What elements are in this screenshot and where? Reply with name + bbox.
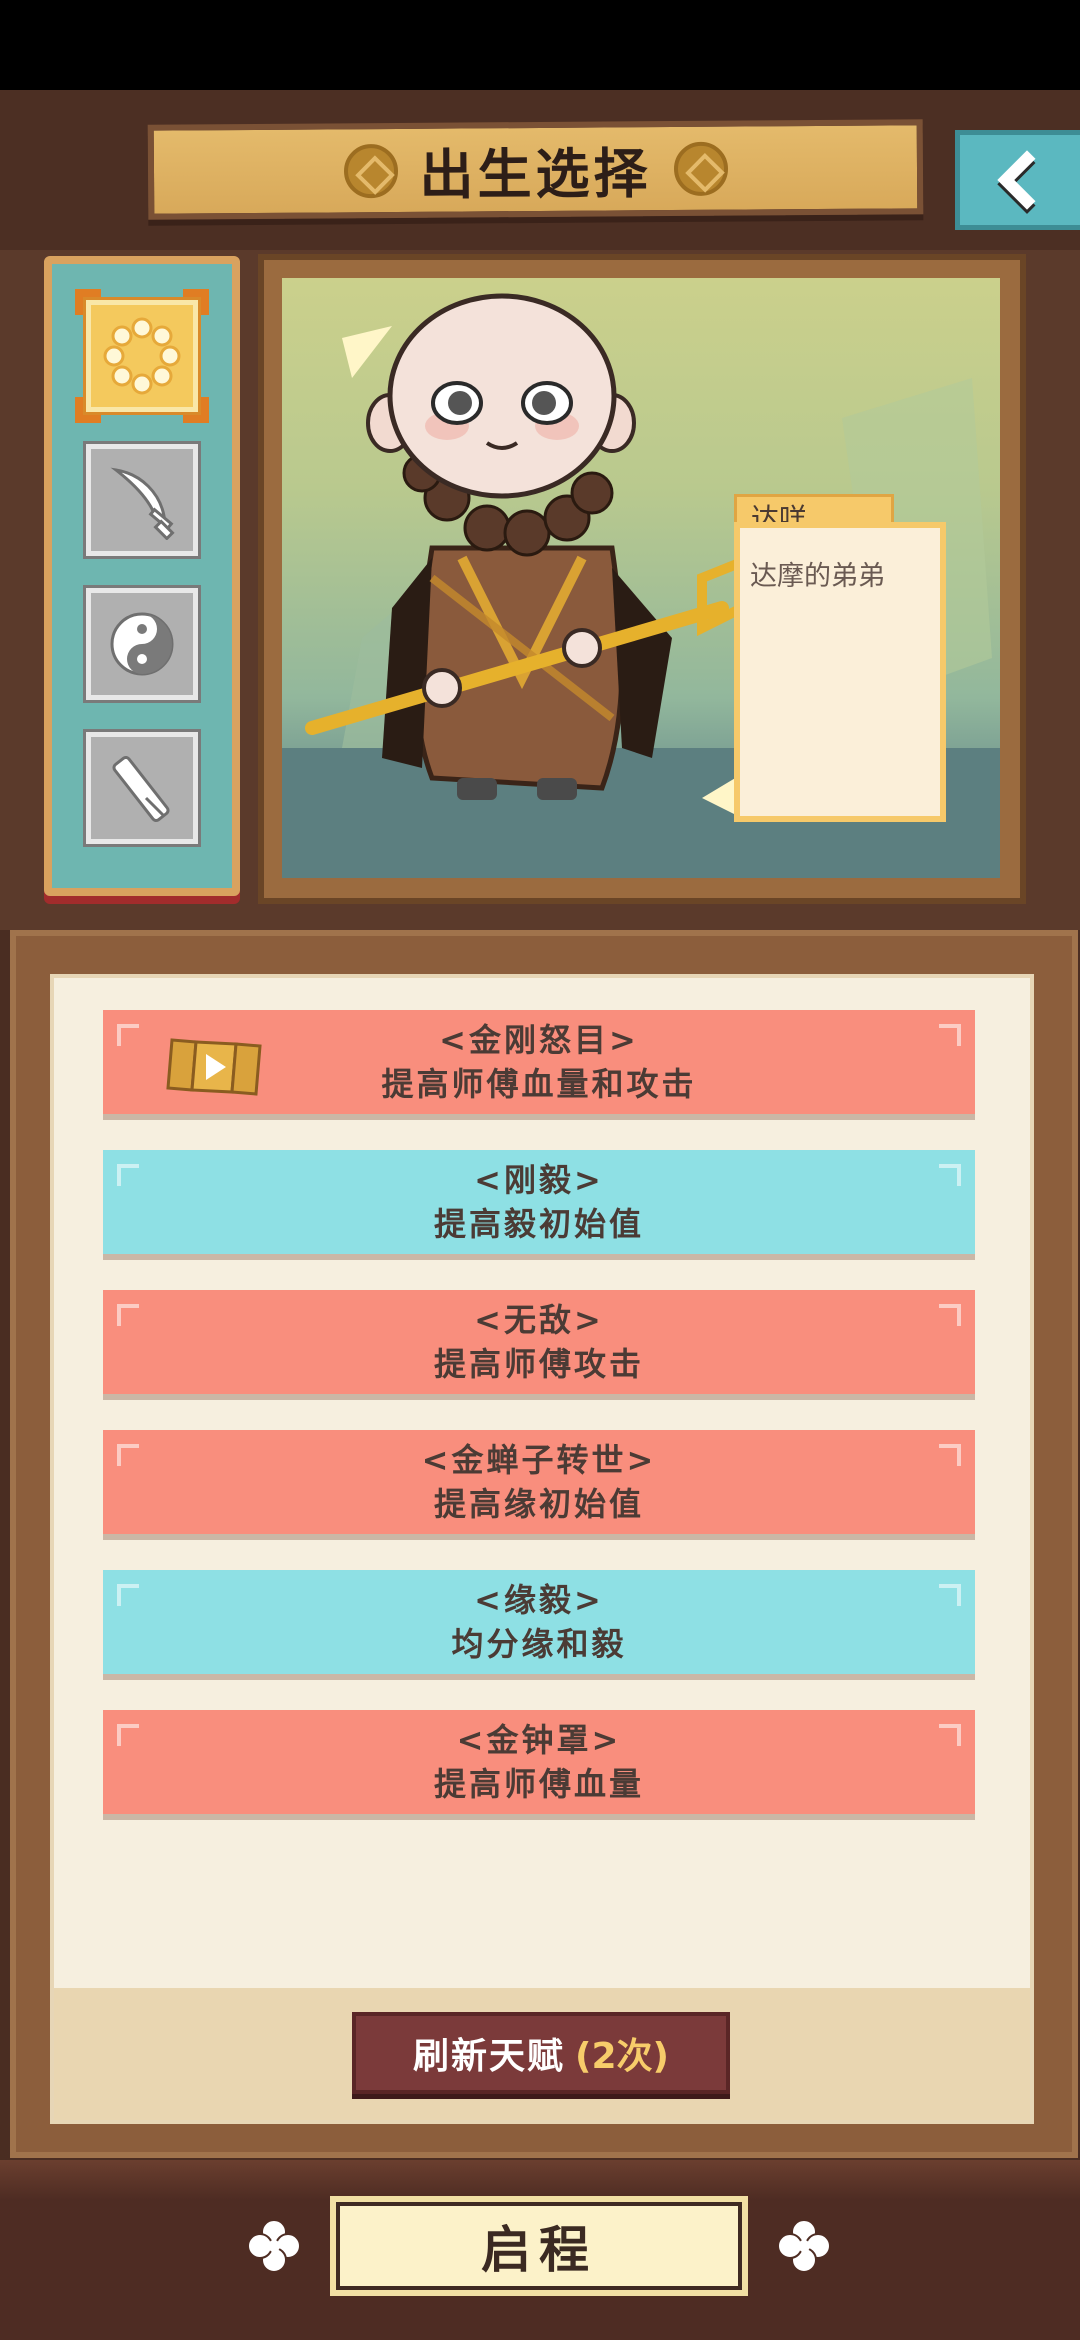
title-plate: 出生选择 xyxy=(147,119,924,220)
talent-description: 提高毅初始值 xyxy=(433,1205,644,1243)
talent-name: <无敌> xyxy=(474,1301,604,1339)
tab-scroll[interactable] xyxy=(83,729,201,847)
character-description-text: 达摩的弟弟 xyxy=(750,561,885,592)
talent-option-6[interactable]: <金钟罩> 提高师傅血量 xyxy=(103,1710,975,1814)
talent-description: 均分缘和毅 xyxy=(451,1625,627,1663)
prayer-beads-icon xyxy=(103,317,181,395)
talent-description: 提高缘初始值 xyxy=(433,1485,644,1523)
corner-bracket xyxy=(939,1444,961,1466)
refresh-talents-button[interactable]: 刷新天赋 (2次) xyxy=(352,2012,730,2094)
yin-yang-icon xyxy=(110,612,174,676)
talent-option-4[interactable]: <金蝉子转世> 提高缘初始值 xyxy=(103,1430,975,1534)
talent-option-3[interactable]: <无敌> 提高师傅攻击 xyxy=(103,1290,975,1394)
start-journey-button[interactable]: 启程 xyxy=(330,2196,748,2296)
talent-option-5[interactable]: <缘毅> 均分缘和毅 xyxy=(103,1570,975,1674)
coin-icon xyxy=(673,141,728,196)
selection-corner xyxy=(183,397,209,423)
corner-bracket xyxy=(117,1724,139,1746)
corner-bracket xyxy=(117,1584,139,1606)
talent-name: <金刚怒目> xyxy=(439,1021,639,1059)
talent-name: <缘毅> xyxy=(474,1581,604,1619)
corner-bracket xyxy=(939,1024,961,1046)
status-bar xyxy=(0,0,1080,90)
talent-description: 提高师傅血量 xyxy=(433,1765,644,1803)
coin-icon xyxy=(343,143,398,198)
start-label: 启程 xyxy=(481,2221,597,2279)
tab-yin-yang[interactable] xyxy=(83,585,201,703)
refresh-count: (2次) xyxy=(575,2036,669,2077)
chevron-left-icon xyxy=(997,150,1057,210)
talent-name: <金钟罩> xyxy=(456,1721,622,1759)
scroll-brush-icon xyxy=(112,755,170,823)
talent-name: <刚毅> xyxy=(474,1161,604,1199)
corner-bracket xyxy=(117,1444,139,1466)
talent-description: 提高师傅攻击 xyxy=(433,1345,644,1383)
corner-bracket xyxy=(939,1584,961,1606)
selection-corner xyxy=(75,397,101,423)
selection-corner xyxy=(75,289,101,315)
sword-icon xyxy=(110,467,175,540)
character-description: 达摩的弟弟 xyxy=(734,522,946,822)
refresh-label: 刷新天赋 xyxy=(413,2036,566,2077)
corner-bracket xyxy=(939,1724,961,1746)
back-button[interactable] xyxy=(955,130,1080,230)
page-title: 出生选择 xyxy=(419,142,652,207)
category-tab-rail xyxy=(44,256,240,896)
tab-beads[interactable] xyxy=(75,289,209,423)
talent-option-2[interactable]: <刚毅> 提高毅初始值 xyxy=(103,1150,975,1254)
video-ad-icon[interactable] xyxy=(166,1036,262,1096)
selection-corner xyxy=(183,289,209,315)
corner-bracket xyxy=(117,1024,139,1046)
talent-description: 提高师傅血量和攻击 xyxy=(381,1065,697,1103)
corner-bracket xyxy=(939,1304,961,1326)
corner-bracket xyxy=(117,1164,139,1186)
clover-decoration-icon xyxy=(247,2219,301,2273)
talent-name: <金蝉子转世> xyxy=(421,1441,657,1479)
clover-decoration-icon xyxy=(777,2219,831,2273)
tab-sword[interactable] xyxy=(83,441,201,559)
corner-bracket xyxy=(117,1304,139,1326)
corner-bracket xyxy=(939,1164,961,1186)
